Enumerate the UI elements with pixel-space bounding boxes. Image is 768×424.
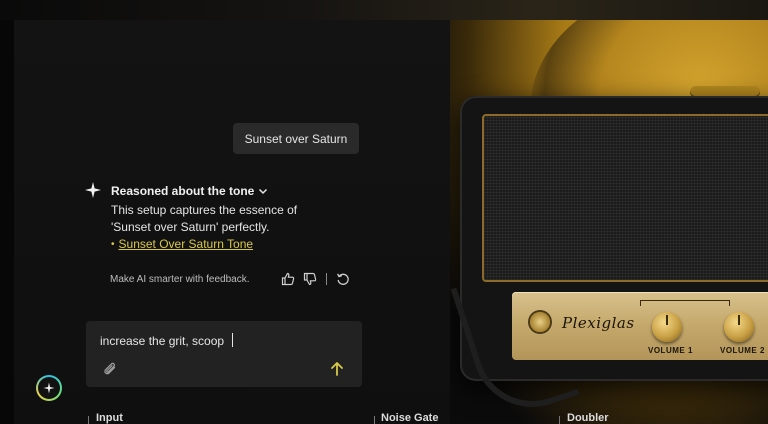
chat-input[interactable] (100, 332, 340, 350)
chain-divider (374, 416, 375, 424)
arrow-up-icon[interactable] (328, 360, 346, 378)
volume-1-label: VOLUME 1 (648, 346, 693, 355)
ai-assistant-button[interactable] (36, 375, 62, 401)
signal-chain: Input Noise Gate Doubler (0, 412, 768, 424)
chain-item-noise-gate[interactable]: Noise Gate (381, 412, 438, 424)
app-frame: Plexiglas VOLUME 1 VOLUME 2 Sunset over … (0, 0, 768, 424)
sparkle-icon (85, 182, 101, 198)
chat-composer (86, 321, 362, 387)
paperclip-icon[interactable] (102, 361, 120, 379)
thumbs-down-icon[interactable] (302, 271, 318, 287)
chain-item-input[interactable]: Input (96, 412, 123, 424)
volume-1-knob[interactable] (652, 312, 682, 342)
bullet-icon: • (111, 238, 115, 250)
feedback-row: Make AI smarter with feedback. (110, 271, 351, 287)
volume-2-label: VOLUME 2 (720, 346, 765, 355)
chain-item-doubler[interactable]: Doubler (567, 412, 609, 424)
tone-link[interactable]: Sunset Over Saturn Tone (119, 237, 254, 251)
top-bar (0, 0, 768, 20)
assistant-response-text: This setup captures the essence of 'Suns… (111, 203, 298, 234)
chain-divider (88, 416, 89, 424)
knob-bracket (640, 300, 730, 306)
ai-assistant-icon (38, 377, 60, 399)
amp-brand-logo: Plexiglas (562, 314, 635, 332)
amp-grille (482, 114, 768, 282)
user-message-bubble: Sunset over Saturn (233, 123, 359, 154)
reasoning-title[interactable]: Reasoned about the tone (111, 184, 254, 198)
volume-2-knob[interactable] (724, 312, 754, 342)
chain-divider (559, 416, 560, 424)
chevron-down-icon[interactable] (257, 185, 269, 197)
tone-link-item: • Sunset Over Saturn Tone (111, 237, 253, 251)
text-caret (232, 333, 233, 347)
amp-scene: Plexiglas VOLUME 1 VOLUME 2 (450, 20, 768, 424)
refresh-icon[interactable] (335, 271, 351, 287)
feedback-divider (326, 273, 327, 285)
thumbs-up-icon[interactable] (280, 271, 296, 287)
feedback-prompt: Make AI smarter with feedback. (110, 273, 250, 285)
